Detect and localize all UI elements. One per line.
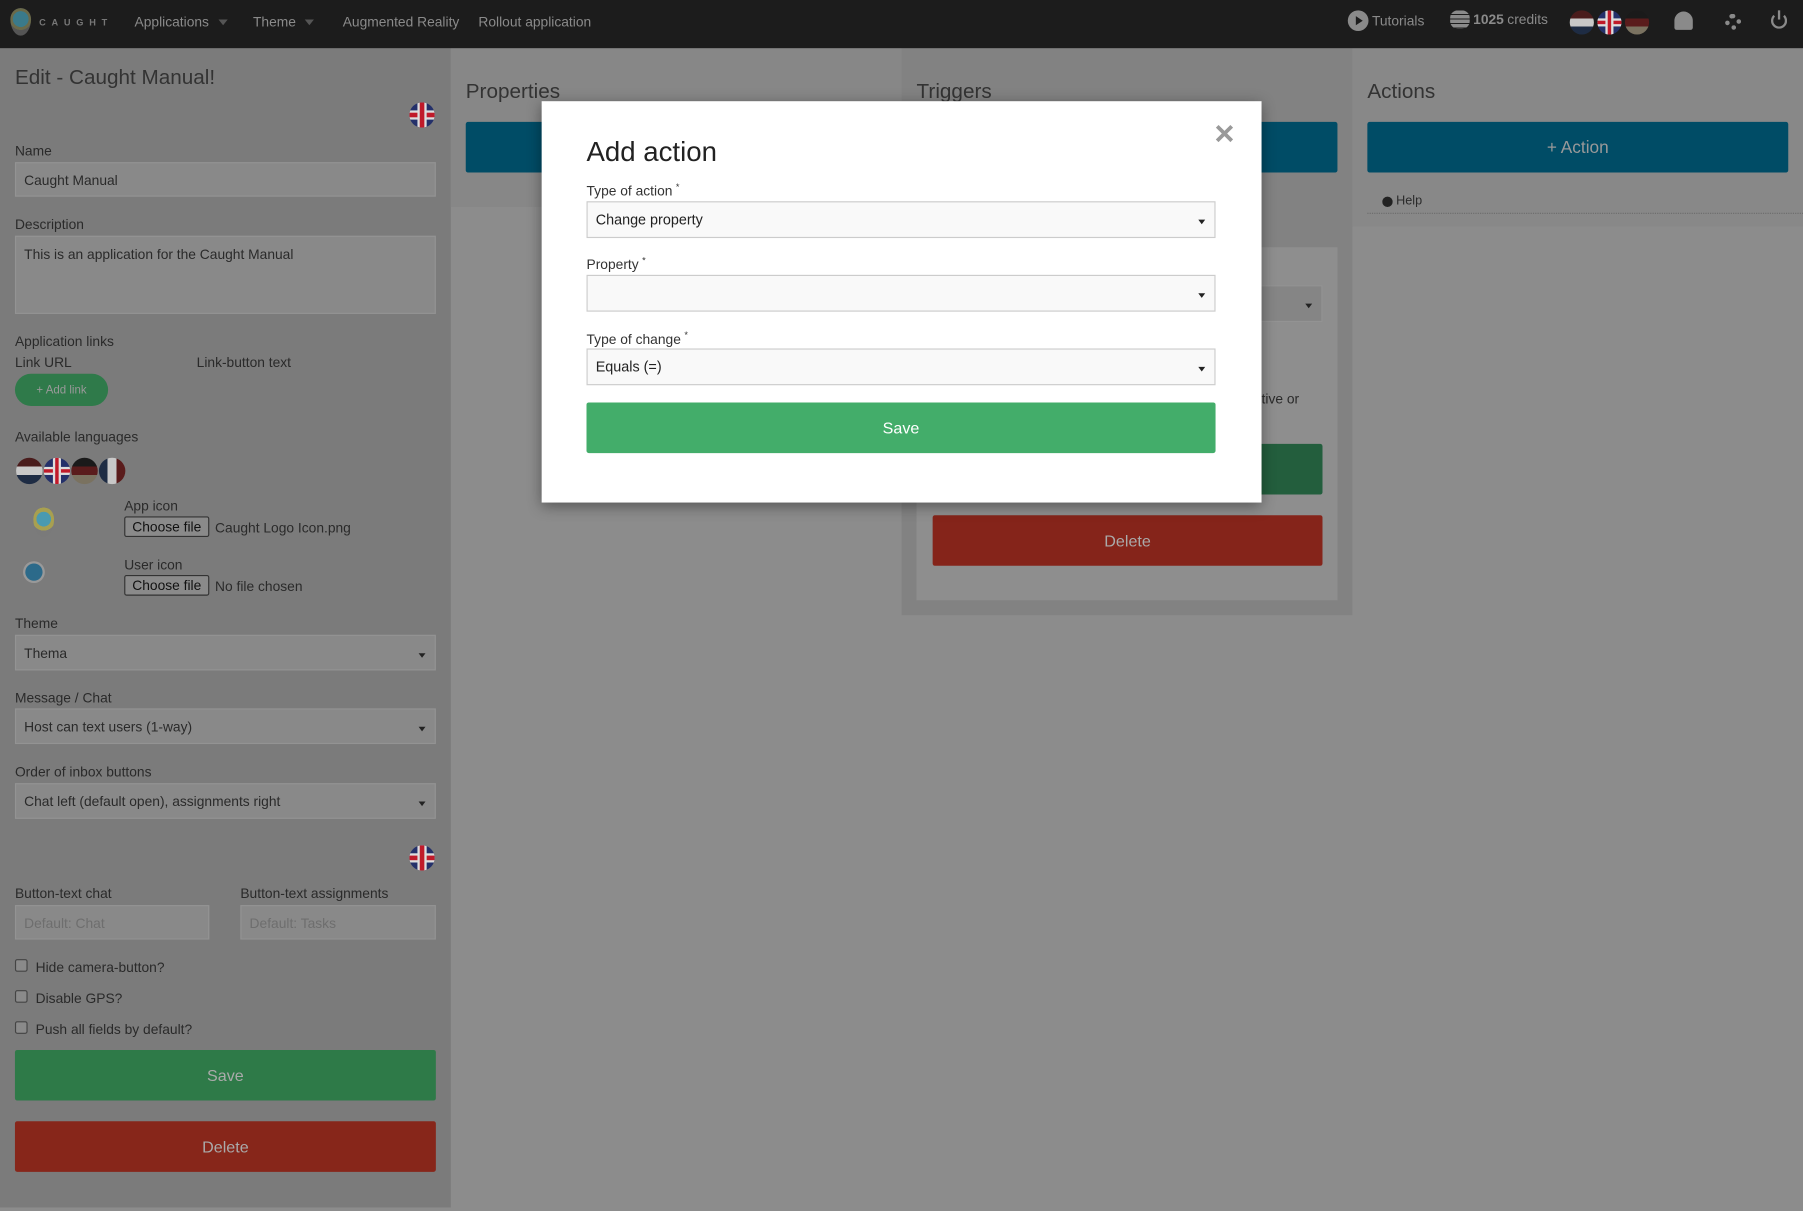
button-text-assignments-label: Button-text assignments <box>240 885 389 902</box>
play-icon <box>1347 10 1369 32</box>
triggers-heading: Triggers <box>916 79 992 103</box>
trigger-description: tive or <box>1261 391 1300 408</box>
properties-heading: Properties <box>465 79 561 103</box>
caret-down-icon <box>218 19 228 26</box>
help-link[interactable]: Help <box>1382 194 1422 208</box>
name-input[interactable]: Caught Manual <box>14 162 436 197</box>
tutorials-link[interactable]: Tutorials <box>1347 10 1425 32</box>
page-title: Edit - Caught Manual! <box>14 65 216 89</box>
help-divider <box>1367 212 1803 214</box>
nav-applications[interactable]: Applications <box>135 14 228 30</box>
button-text-chat-label: Button-text chat <box>14 885 112 902</box>
required-marker: * <box>684 330 688 341</box>
button-text-assignments-input[interactable]: Default: Tasks <box>240 905 436 940</box>
bell-icon[interactable] <box>1674 11 1693 30</box>
modal-title: Add action <box>586 136 717 168</box>
delete-button[interactable]: Delete <box>14 1121 436 1172</box>
flag-uk-icon[interactable] <box>409 102 435 128</box>
navbar: CAUGHT Applications Theme Augmented Real… <box>0 0 1803 49</box>
required-marker: * <box>642 255 646 266</box>
credits[interactable]: 1025 credits <box>1450 10 1548 29</box>
power-icon-bar <box>1777 10 1781 20</box>
flag-fr-icon[interactable] <box>98 457 126 485</box>
theme-label: Theme <box>14 615 58 632</box>
hide-camera-checkbox[interactable] <box>14 959 28 972</box>
label-text: Type of action <box>586 182 673 199</box>
disable-gps-label: Disable GPS? <box>35 990 123 1007</box>
user-icon-filename: No file chosen <box>215 578 303 595</box>
description-label: Description <box>14 216 84 233</box>
coins-icon <box>1450 10 1470 29</box>
app-icon-choose-file[interactable]: Choose file <box>124 516 210 538</box>
label-text: Type of change <box>586 331 681 348</box>
button-text-chat-input[interactable]: Default: Chat <box>14 905 210 940</box>
inbox-order-label: Order of inbox buttons <box>14 763 152 780</box>
push-fields-checkbox[interactable] <box>14 1021 28 1034</box>
credits-amount: 1025 <box>1473 11 1504 28</box>
credits-label: credits <box>1507 11 1548 28</box>
add-action-modal: Add action × Type of action * Change prop… <box>541 101 1262 503</box>
flag-uk-icon[interactable] <box>409 845 435 871</box>
app-links-label: Application links <box>14 333 114 350</box>
property-label: Property * <box>587 255 646 272</box>
hide-camera-label: Hide camera-button? <box>35 959 165 976</box>
add-link-button[interactable]: + Add link <box>14 373 109 406</box>
nav-rollout-application[interactable]: Rollout application <box>478 14 591 30</box>
user-icon-label: User icon <box>124 556 183 573</box>
inbox-order-select[interactable]: Chat left (default open), assignments ri… <box>14 783 436 819</box>
tutorials-label: Tutorials <box>1371 12 1425 29</box>
type-of-action-label: Type of action * <box>587 182 680 199</box>
label-text: Property <box>586 256 639 273</box>
chat-label: Message / Chat <box>14 690 112 707</box>
brand-name: CAUGHT <box>39 17 113 28</box>
user-icon-preview <box>25 563 43 581</box>
nav-theme[interactable]: Theme <box>253 13 315 30</box>
add-action-button[interactable]: + Action <box>1367 121 1789 173</box>
user-icon-choose-file[interactable]: Choose file <box>124 575 210 596</box>
name-label: Name <box>14 142 52 159</box>
gear-icon[interactable] <box>1725 13 1742 30</box>
close-icon[interactable]: × <box>1214 115 1234 154</box>
flag-uk-icon[interactable] <box>1597 10 1622 35</box>
app-icon-label: App icon <box>124 497 178 515</box>
description-textarea[interactable]: This is an application for the Caught Ma… <box>14 235 436 314</box>
trigger-delete-button[interactable]: Delete <box>932 515 1323 566</box>
link-text-label: Link-button text <box>196 354 292 371</box>
actions-heading: Actions <box>1367 79 1436 103</box>
disable-gps-checkbox[interactable] <box>14 990 28 1003</box>
save-button[interactable]: Save <box>14 1049 436 1101</box>
flag-nl-icon[interactable] <box>1569 10 1594 35</box>
nav-label: Applications <box>134 13 209 30</box>
type-of-action-select[interactable]: Change property <box>586 201 1216 239</box>
caret-down-icon <box>305 19 315 26</box>
nav-augmented-reality[interactable]: Augmented Reality <box>343 14 460 30</box>
flag-de-icon[interactable] <box>71 457 98 485</box>
type-of-change-label: Type of change * <box>587 330 688 347</box>
push-fields-label: Push all fields by default? <box>35 1021 193 1038</box>
property-select[interactable] <box>586 274 1216 312</box>
type-of-change-select[interactable]: Equals (=) <box>586 348 1216 386</box>
nav-label: Theme <box>253 13 296 30</box>
flag-de-icon[interactable] <box>1624 10 1650 35</box>
flag-nl-icon[interactable] <box>16 457 43 485</box>
caught-logo-icon[interactable] <box>10 8 32 36</box>
info-icon <box>1382 196 1393 207</box>
link-url-label: Link URL <box>14 354 72 371</box>
theme-select[interactable]: Thema <box>14 634 436 671</box>
required-marker: * <box>675 181 680 193</box>
languages-label: Available languages <box>14 428 139 446</box>
flag-uk-icon[interactable] <box>43 457 71 485</box>
chat-select[interactable]: Host can text users (1-way) <box>14 708 436 745</box>
modal-save-button[interactable]: Save <box>586 402 1216 454</box>
app-icon-filename: Caught Logo Icon.png <box>215 519 351 536</box>
help-label: Help <box>1396 194 1423 209</box>
